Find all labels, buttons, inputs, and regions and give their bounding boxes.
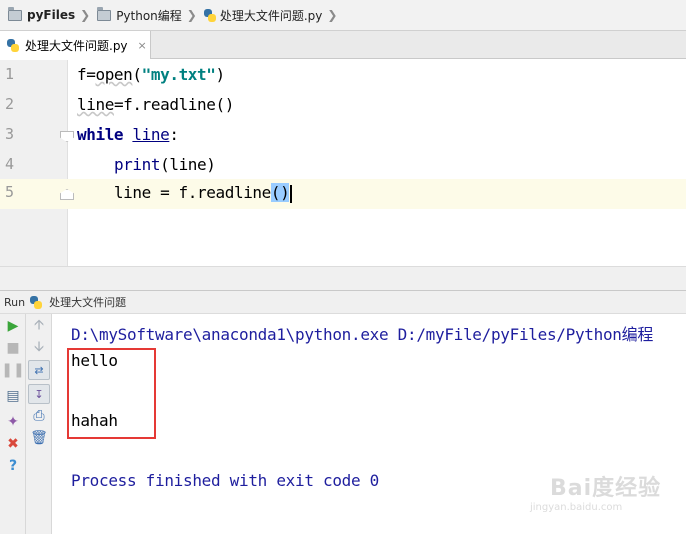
- restore-layout-icon[interactable]: ▤: [2, 386, 24, 406]
- breadcrumb-label: Python编程: [116, 8, 182, 23]
- help-icon[interactable]: ?: [2, 456, 24, 476]
- chevron-right-icon: ❯: [186, 8, 197, 22]
- line-number: 3: [5, 125, 15, 143]
- console-command: D:\mySoftware\anaconda1\python.exe D:/my…: [71, 325, 654, 344]
- print-icon[interactable]: ⎙: [28, 406, 50, 426]
- arrow-up-icon[interactable]: 🡩: [28, 316, 50, 336]
- editor-tab-bar: 处理大文件问题.py ×: [0, 31, 686, 59]
- console-exit-message: Process finished with exit code 0: [71, 471, 379, 490]
- python-file-icon: [7, 38, 19, 52]
- run-config-name[interactable]: 处理大文件问题: [49, 294, 126, 310]
- code-text: while line:: [77, 125, 179, 144]
- line-number: 1: [5, 65, 15, 83]
- text-caret: [290, 184, 293, 203]
- arrow-down-icon[interactable]: 🡫: [28, 338, 50, 358]
- fold-marker-icon[interactable]: [60, 131, 74, 142]
- breadcrumb-item-file[interactable]: 处理大文件问题.py ❯: [203, 0, 345, 31]
- breadcrumb-item-pyfiles[interactable]: pyFiles ❯: [8, 0, 97, 31]
- breadcrumb-label: 处理大文件问题.py: [219, 8, 323, 23]
- chevron-right-icon: ❯: [80, 8, 91, 22]
- close-icon[interactable]: ✖: [2, 434, 24, 454]
- pause-icon[interactable]: ❚❚: [1, 360, 24, 380]
- watermark: Bai度经验 jingyan.baidu.com: [530, 462, 680, 522]
- run-toolbar-right: 🡩 🡫 ⇄ ↧ ⎙ 🗑: [26, 314, 52, 534]
- close-icon[interactable]: ×: [138, 39, 147, 52]
- code-text: line = f.readline(): [77, 183, 293, 203]
- annotation-highlight-box: [67, 348, 156, 439]
- line-number: 4: [5, 155, 15, 173]
- breadcrumb-item-python[interactable]: Python编程 ❯: [97, 0, 204, 31]
- run-title: Run: [4, 295, 26, 309]
- chevron-right-icon: ❯: [327, 8, 338, 22]
- python-run-config-icon: [30, 295, 46, 309]
- code-text: line=f.readline(): [77, 95, 234, 114]
- folder-icon: [97, 6, 112, 21]
- code-line-current: 5 line = f.readline(): [0, 179, 686, 209]
- folder-icon: [8, 6, 22, 21]
- scroll-to-end-icon[interactable]: ↧: [28, 384, 50, 404]
- code-line: 2 line=f.readline(): [0, 91, 686, 121]
- editor-bottom-strip: [0, 266, 686, 290]
- soft-wrap-icon[interactable]: ⇄: [28, 360, 50, 380]
- code-line: 1 f=open("my.txt"): [0, 61, 686, 91]
- pin-icon[interactable]: ✦: [2, 412, 24, 432]
- code-line: 4 print(line): [0, 151, 686, 181]
- editor-tab-label: 处理大文件问题.py: [25, 38, 128, 53]
- editor-tab[interactable]: 处理大文件问题.py ×: [0, 31, 151, 59]
- rerun-icon[interactable]: ▶: [2, 316, 24, 336]
- watermark-url: jingyan.baidu.com: [530, 502, 623, 513]
- watermark-text: Bai度经验: [550, 476, 662, 501]
- python-file-icon: [203, 8, 216, 22]
- code-line: 3 while line:: [0, 121, 686, 151]
- run-panel-header: Run 处理大文件问题: [0, 290, 686, 314]
- fold-marker-icon[interactable]: [60, 189, 74, 200]
- breadcrumb-label: pyFiles: [27, 8, 76, 22]
- code-editor[interactable]: 1 f=open("my.txt") 2 line=f.readline() 3…: [0, 60, 686, 266]
- run-toolbar-left: ▶ ■ ❚❚ ▤ ✦ ✖ ?: [0, 314, 26, 534]
- stop-icon[interactable]: ■: [2, 338, 24, 358]
- line-number: 5: [5, 183, 15, 201]
- breadcrumb: pyFiles ❯ Python编程 ❯ 处理大文件问题.py ❯: [0, 0, 686, 31]
- code-text: f=open("my.txt"): [77, 65, 225, 84]
- line-number: 2: [5, 95, 15, 113]
- trash-icon[interactable]: 🗑: [28, 428, 50, 448]
- code-text: print(line): [113, 155, 216, 174]
